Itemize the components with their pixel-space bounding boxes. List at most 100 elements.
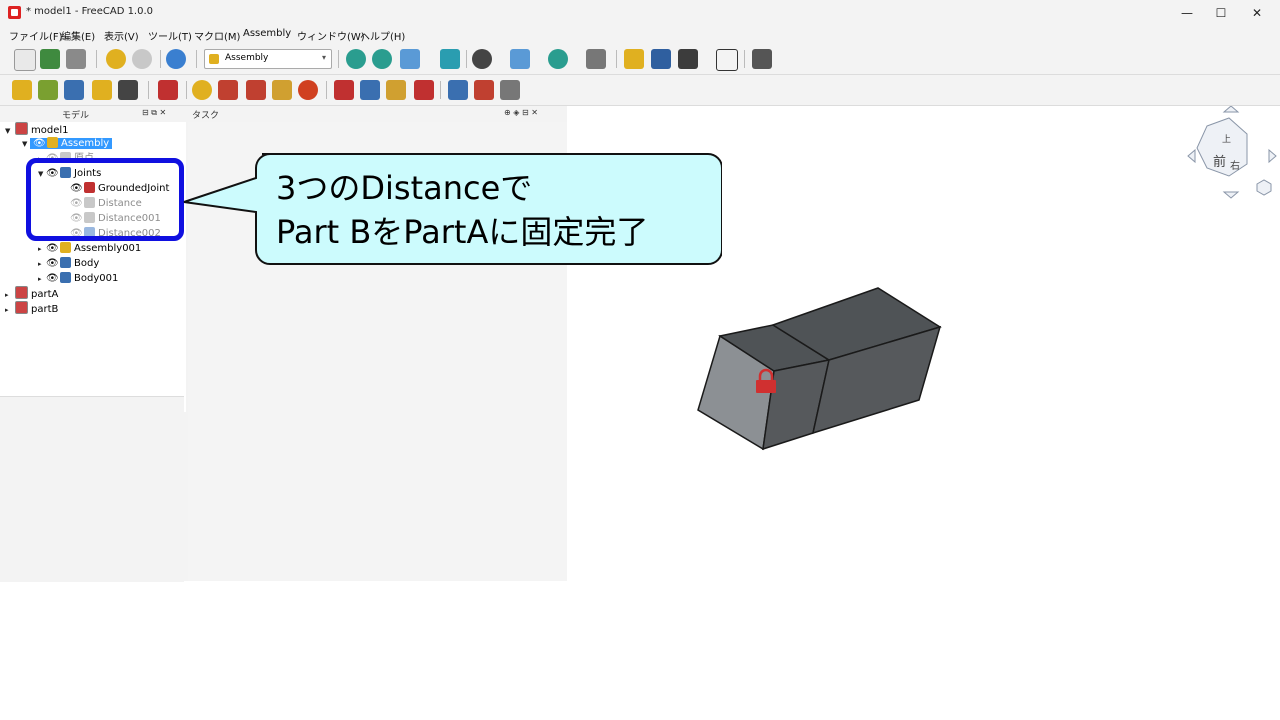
selected-node: 👁 Assembly: [30, 137, 113, 149]
cylindrical-joint-icon[interactable]: [246, 80, 266, 100]
workbench-label: Assembly: [225, 53, 269, 63]
tree-item-model1[interactable]: ▼ model1: [5, 122, 69, 137]
parallel-joint-icon[interactable]: [360, 80, 380, 100]
whats-this-help-icon[interactable]: [752, 49, 772, 69]
link-icon[interactable]: [678, 49, 698, 69]
nav-left-arrow-icon[interactable]: [1187, 148, 1196, 164]
nav-cube-menu-icon[interactable]: [1256, 179, 1272, 196]
exploded-view-icon[interactable]: [92, 80, 112, 100]
tree-item-partB[interactable]: ▸ partB: [5, 301, 58, 316]
measure-icon[interactable]: [440, 49, 460, 69]
maximize-button[interactable]: ☐: [1206, 3, 1236, 23]
freecad-logo-icon: [8, 6, 21, 19]
gears-joint-icon[interactable]: [500, 80, 520, 100]
menu-bar: ファイル(F) 編集(E) 表示(V) ツール(T) マクロ(M) Assemb…: [0, 26, 1280, 44]
toolbar-separator: [196, 50, 197, 68]
toolbar-separator: [326, 81, 327, 99]
tree-item-partA[interactable]: ▸ partA: [5, 286, 58, 301]
draw-style-icon[interactable]: [472, 49, 492, 69]
part-icon[interactable]: [624, 49, 644, 69]
menu-assembly[interactable]: Assembly: [243, 28, 291, 39]
toolbar-separator: [160, 50, 161, 68]
callout-line-2: Part BをPartAに固定完了: [276, 213, 649, 251]
nav-cube-front-label: 前: [1213, 154, 1226, 170]
model-panel-title: モデル: [62, 111, 90, 121]
create-assembly-icon[interactable]: [12, 80, 32, 100]
menu-edit[interactable]: 編集(E): [61, 28, 95, 43]
tree-item-assembly001[interactable]: ▸ 👁 Assembly001: [38, 241, 141, 256]
fixed-joint-icon[interactable]: [192, 80, 212, 100]
perpendicular-joint-icon[interactable]: [386, 80, 406, 100]
document-icon: [15, 286, 28, 299]
toolbar-separator: [186, 81, 187, 99]
braces-icon[interactable]: [716, 49, 738, 71]
isometric-view-icon[interactable]: [400, 49, 420, 69]
redo-icon[interactable]: [132, 49, 152, 69]
nav-up-arrow-icon[interactable]: [1222, 105, 1240, 113]
panel-dock-controls[interactable]: ⊟ ⧉ ✕: [142, 108, 166, 118]
nav-down-arrow-icon[interactable]: [1222, 191, 1240, 199]
title-bar: * model1 - FreeCAD 1.0.0 — ☐ ✕: [0, 0, 1280, 26]
window-title: * model1 - FreeCAD 1.0.0: [26, 6, 154, 17]
minimize-button[interactable]: —: [1172, 3, 1202, 23]
body-icon: [60, 272, 71, 283]
zoom-icon[interactable]: [548, 49, 568, 69]
fit-all-icon[interactable]: [346, 49, 366, 69]
body-icon: [60, 257, 71, 268]
menu-window[interactable]: ウィンドウ(W): [297, 28, 365, 43]
eye-icon: 👁: [46, 258, 59, 269]
menu-view[interactable]: 表示(V): [104, 28, 139, 43]
menu-macro[interactable]: マクロ(M): [194, 28, 240, 43]
insert-component-icon[interactable]: [38, 80, 58, 100]
toolbar-separator: [96, 50, 97, 68]
solve-assembly-icon[interactable]: [64, 80, 84, 100]
screw-joint-icon[interactable]: [474, 80, 494, 100]
measure-tool-icon[interactable]: [586, 49, 606, 69]
menu-tools[interactable]: ツール(T): [148, 28, 192, 43]
tree-item-assembly[interactable]: ▼ 👁 Assembly: [22, 136, 113, 151]
nav-right-arrow-icon[interactable]: [1268, 148, 1277, 164]
eye-icon: 👁: [33, 138, 46, 149]
chevron-down-icon: ▾: [321, 53, 326, 62]
toolbar-separator: [744, 50, 745, 68]
ground-joint-icon[interactable]: [158, 80, 178, 100]
document-icon: [15, 301, 28, 314]
group-folder-icon[interactable]: [651, 49, 671, 69]
workbench-selector[interactable]: Assembly ▾: [204, 49, 332, 69]
refresh-icon[interactable]: [166, 49, 186, 69]
assembly-toolbar: [0, 75, 1280, 106]
toolbar-separator: [440, 81, 441, 99]
toolbar-separator: [466, 50, 467, 68]
rack-pinion-icon[interactable]: [448, 80, 468, 100]
navigation-cube[interactable]: 前 右 上: [1187, 105, 1277, 199]
save-icon[interactable]: [66, 49, 86, 69]
revolute-joint-icon[interactable]: [218, 80, 238, 100]
menu-help[interactable]: ヘルプ(H): [360, 28, 405, 43]
distance-joint-icon[interactable]: [334, 80, 354, 100]
close-button[interactable]: ✕: [1242, 3, 1272, 23]
task-panel-controls[interactable]: ⊕ ◈ ⊟ ✕: [504, 108, 538, 117]
undo-icon[interactable]: [106, 49, 126, 69]
bounding-box-icon[interactable]: [510, 49, 530, 69]
bill-of-materials-icon[interactable]: [118, 80, 138, 100]
property-panel: [0, 396, 184, 582]
callout-line-1: 3つのDistanceで: [276, 169, 533, 207]
nav-cube-right-label: 右: [1230, 159, 1240, 172]
fit-selection-icon[interactable]: [372, 49, 392, 69]
toolbar-separator: [148, 81, 149, 99]
open-file-icon[interactable]: [40, 49, 60, 69]
toolbar-separator: [616, 50, 617, 68]
angle-joint-icon[interactable]: [414, 80, 434, 100]
main-toolbar: Assembly ▾: [0, 44, 1280, 75]
menu-file[interactable]: ファイル(F): [9, 28, 63, 43]
tree-item-body[interactable]: ▸ 👁 Body: [38, 256, 99, 271]
ball-joint-icon[interactable]: [298, 80, 318, 100]
assembly-icon: [47, 137, 58, 148]
assembly-icon: [60, 242, 71, 253]
new-file-icon[interactable]: [14, 49, 36, 71]
toolbar-separator: [338, 50, 339, 68]
tree-item-body001[interactable]: ▸ 👁 Body001: [38, 271, 118, 286]
slider-joint-icon[interactable]: [272, 80, 292, 100]
eye-icon: 👁: [46, 273, 59, 284]
eye-icon: 👁: [46, 243, 59, 254]
